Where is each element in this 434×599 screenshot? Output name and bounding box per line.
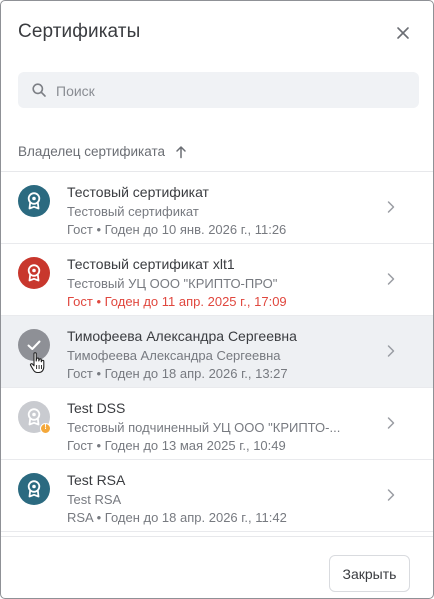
hand-pointer-icon	[29, 351, 47, 375]
certificate-validity: Гост • Годен до 18 апр. 2026 г., 13:27	[67, 366, 288, 381]
certificate-name: Тестовый сертификат xlt1	[67, 256, 235, 272]
certificate-name: Test DSS	[67, 400, 126, 416]
certificates-dialog: Сертификаты Владелец сертификата	[0, 0, 434, 599]
chevron-right-icon	[386, 416, 396, 430]
certificate-row[interactable]: Тимофеева Александра Сергеевна Тимофеева…	[1, 316, 433, 388]
chevron-right-icon	[386, 488, 396, 502]
certificate-row[interactable]: ! Test DSS Тестовый подчиненный УЦ ООО "…	[1, 388, 433, 460]
search-box[interactable]	[18, 72, 419, 110]
certificate-validity: Гост • Годен до 10 янв. 2026 г., 11:26	[67, 222, 287, 237]
certificate-issuer: Тестовый подчиненный УЦ ООО "КРИПТО-...	[67, 420, 341, 435]
certificate-icon	[18, 473, 50, 505]
certificate-validity: Гост • Годен до 11 апр. 2025 г., 17:09	[67, 294, 287, 309]
certificate-row[interactable]: Тестовый сертификат Тестовый сертификат …	[1, 172, 433, 244]
certificate-name: Test RSA	[67, 472, 126, 488]
sort-by-owner-header[interactable]: Владелец сертификата	[18, 144, 187, 159]
warning-badge-icon: !	[40, 423, 51, 434]
chevron-right-icon	[386, 200, 396, 214]
certificate-list: Тестовый сертификат Тестовый сертификат …	[1, 172, 433, 532]
certificate-icon	[18, 185, 50, 217]
chevron-right-icon	[386, 344, 396, 358]
footer-divider	[1, 536, 433, 537]
arrow-up-icon	[175, 145, 187, 159]
certificate-issuer: Тестовый УЦ ООО "КРИПТО-ПРО"	[67, 276, 278, 291]
search-input[interactable]	[54, 72, 408, 110]
column-label: Владелец сертификата	[18, 144, 165, 159]
certificate-name: Тимофеева Александра Сергеевна	[67, 328, 297, 344]
certificate-validity: Гост • Годен до 13 мая 2025 г., 10:49	[67, 438, 286, 453]
certificate-row[interactable]: Тестовый сертификат xlt1 Тестовый УЦ ООО…	[1, 244, 433, 316]
close-button[interactable]: Закрыть	[329, 555, 410, 592]
close-icon[interactable]	[394, 24, 412, 42]
search-icon	[31, 82, 47, 98]
certificate-row[interactable]: Test RSA Test RSA RSA • Годен до 18 апр.…	[1, 460, 433, 532]
certificate-icon	[18, 257, 50, 289]
certificate-validity: RSA • Годен до 18 апр. 2026 г., 11:42	[67, 510, 287, 525]
certificate-name: Тестовый сертификат	[67, 184, 209, 200]
certificate-issuer: Тестовый сертификат	[67, 204, 199, 219]
dialog-title: Сертификаты	[18, 21, 141, 42]
certificate-issuer: Тимофеева Александра Сергеевна	[67, 348, 281, 363]
certificate-issuer: Test RSA	[67, 492, 122, 507]
chevron-right-icon	[386, 272, 396, 286]
